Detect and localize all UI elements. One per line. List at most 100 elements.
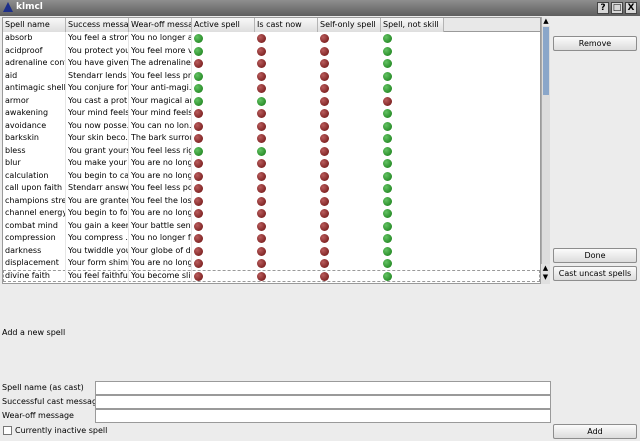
success-message-cell[interactable]: You grant yours... bbox=[66, 144, 129, 157]
spell-not-skill-dot-icon[interactable] bbox=[383, 171, 392, 181]
table-row[interactable]: armorYou cast a prot...Your magical ar..… bbox=[3, 94, 540, 107]
self-only-dot-icon[interactable] bbox=[320, 46, 329, 56]
wearoff-message-cell[interactable]: Your anti-magi... bbox=[129, 82, 192, 95]
self-only-dot-icon[interactable] bbox=[320, 134, 329, 143]
spell-not-skill-dot-icon[interactable] bbox=[383, 209, 392, 218]
spell-not-skill-dot-icon[interactable] bbox=[383, 71, 392, 81]
cast-now-dot-icon[interactable] bbox=[257, 109, 266, 118]
help-button[interactable]: ? bbox=[597, 2, 609, 14]
wearoff-message-cell[interactable]: You no longer f... bbox=[129, 232, 192, 245]
spell-name-cell[interactable]: avoidance bbox=[3, 119, 66, 132]
spell-not-skill-dot-icon[interactable] bbox=[383, 96, 392, 106]
self-only-dot-icon[interactable] bbox=[320, 271, 329, 281]
spell-name-cell[interactable]: darkness bbox=[3, 244, 66, 257]
self-only-dot-icon[interactable] bbox=[320, 121, 329, 131]
success-message-cell[interactable]: You protect you... bbox=[66, 44, 129, 57]
success-message-cell[interactable]: You feel a stron... bbox=[66, 32, 129, 45]
spell-name-cell[interactable]: absorb bbox=[3, 32, 66, 45]
wearoff-message-cell[interactable]: You feel less rig... bbox=[129, 144, 192, 157]
cast-now-dot-icon[interactable] bbox=[257, 234, 266, 243]
success-message-cell[interactable]: Stendarr answe... bbox=[66, 182, 129, 195]
wearoff-message-cell[interactable]: Your mind feels... bbox=[129, 107, 192, 120]
table-row[interactable]: champions stre...You are granted...You f… bbox=[3, 194, 540, 207]
remove-button[interactable]: Remove bbox=[553, 36, 637, 51]
spell-name-cell[interactable]: antimagic shell bbox=[3, 82, 66, 95]
column-header-spell-not-skill[interactable]: Spell, not skill bbox=[381, 18, 444, 32]
active-spell-dot-icon[interactable] bbox=[194, 46, 203, 56]
active-spell-dot-icon[interactable] bbox=[194, 196, 203, 206]
wearoff-message-cell[interactable]: Your globe of d... bbox=[129, 244, 192, 257]
active-spell-dot-icon[interactable] bbox=[194, 246, 203, 256]
cast-now-dot-icon[interactable] bbox=[257, 246, 266, 256]
spinner-icon[interactable]: ▲ ▼ bbox=[541, 264, 550, 284]
spell-name-cell[interactable]: awakening bbox=[3, 107, 66, 120]
wearoff-message-cell[interactable]: You feel less pr... bbox=[129, 69, 192, 82]
active-spell-dot-icon[interactable] bbox=[194, 71, 203, 81]
cast-uncast-button[interactable]: Cast uncast spells bbox=[553, 266, 637, 281]
self-only-dot-icon[interactable] bbox=[320, 159, 329, 168]
cast-now-dot-icon[interactable] bbox=[257, 209, 266, 218]
spell-name-cell[interactable]: bless bbox=[3, 144, 66, 157]
scroll-thumb[interactable] bbox=[543, 27, 549, 95]
spell-name-cell[interactable]: aid bbox=[3, 69, 66, 82]
self-only-dot-icon[interactable] bbox=[320, 146, 329, 156]
cast-now-dot-icon[interactable] bbox=[257, 34, 266, 43]
spell-name-cell[interactable]: divine faith bbox=[3, 269, 66, 282]
cast-now-dot-icon[interactable] bbox=[257, 159, 266, 168]
wearoff-message-cell[interactable]: You can no lon... bbox=[129, 119, 192, 132]
table-scrollbar[interactable]: ▲ bbox=[541, 17, 550, 284]
table-row[interactable]: avoidance You now posse... You can no lon.… bbox=[3, 119, 540, 132]
success-message-cell[interactable]: You begin to ca... bbox=[66, 169, 129, 182]
table-row[interactable]: divine faithYou feel faithful...You beco… bbox=[3, 269, 540, 282]
cast-now-dot-icon[interactable] bbox=[257, 259, 266, 268]
cast-now-dot-icon[interactable] bbox=[257, 96, 266, 106]
spell-name-cell[interactable]: combat mind bbox=[3, 219, 66, 232]
spell-not-skill-dot-icon[interactable] bbox=[383, 134, 392, 143]
active-spell-dot-icon[interactable] bbox=[194, 171, 203, 181]
maximize-button[interactable]: □ bbox=[611, 2, 623, 14]
wearoff-message-cell[interactable]: You feel the los... bbox=[129, 194, 192, 207]
success-message-cell[interactable]: You now posse... bbox=[66, 119, 129, 132]
cast-now-dot-icon[interactable] bbox=[257, 184, 266, 193]
table-row[interactable]: absorbYou feel a stron...You no longer a… bbox=[3, 32, 540, 45]
spell-not-skill-dot-icon[interactable] bbox=[383, 146, 392, 156]
self-only-dot-icon[interactable] bbox=[320, 221, 329, 231]
spell-name-cell[interactable]: channel energy bbox=[3, 207, 66, 220]
spell-not-skill-dot-icon[interactable] bbox=[383, 246, 392, 256]
spell-name-cell[interactable]: blur bbox=[3, 157, 66, 170]
cast-now-dot-icon[interactable] bbox=[257, 146, 266, 156]
success-message-cell[interactable]: You begin to fo... bbox=[66, 207, 129, 220]
table-row[interactable]: combat mindYou gain a keen...Your battle… bbox=[3, 219, 540, 232]
wearoff-message-cell[interactable]: The bark surrou... bbox=[129, 132, 192, 145]
wearoff-message-cell[interactable]: The adrenaline r... bbox=[129, 57, 192, 70]
spell-not-skill-dot-icon[interactable] bbox=[383, 234, 392, 243]
wearoff-message-cell[interactable]: You no longer a... bbox=[129, 32, 192, 45]
spell-not-skill-dot-icon[interactable] bbox=[383, 196, 392, 206]
table-row[interactable]: acidproofYou protect you...You feel more… bbox=[3, 44, 540, 57]
success-message-cell[interactable]: You are granted... bbox=[66, 194, 129, 207]
self-only-dot-icon[interactable] bbox=[320, 209, 329, 218]
table-row[interactable]: antimagic shellYou conjure fort...Your a… bbox=[3, 82, 540, 95]
active-spell-dot-icon[interactable] bbox=[194, 59, 203, 68]
active-spell-dot-icon[interactable] bbox=[194, 84, 203, 93]
table-row[interactable]: aidStendarr lends ...You feel less pr... bbox=[3, 69, 540, 82]
table-row[interactable]: compression You compress ... You no longer… bbox=[3, 232, 540, 245]
spell-not-skill-dot-icon[interactable] bbox=[383, 59, 392, 68]
table-row[interactable]: adrenaline cont...You have given ...The … bbox=[3, 57, 540, 70]
inactive-spell-checkbox[interactable] bbox=[3, 426, 12, 435]
spell-name-cell[interactable]: armor bbox=[3, 94, 66, 107]
wearoff-message-cell[interactable]: You are no long... bbox=[129, 207, 192, 220]
wearoff-message-cell[interactable]: You are no long... bbox=[129, 169, 192, 182]
cast-now-dot-icon[interactable] bbox=[257, 196, 266, 206]
cast-now-dot-icon[interactable] bbox=[257, 271, 266, 281]
wearoff-message-cell[interactable]: You feel less po... bbox=[129, 182, 192, 195]
active-spell-dot-icon[interactable] bbox=[194, 234, 203, 243]
self-only-dot-icon[interactable] bbox=[320, 71, 329, 81]
spell-not-skill-dot-icon[interactable] bbox=[383, 109, 392, 118]
self-only-dot-icon[interactable] bbox=[320, 84, 329, 93]
active-spell-dot-icon[interactable] bbox=[194, 271, 203, 281]
cast-now-dot-icon[interactable] bbox=[257, 46, 266, 56]
self-only-dot-icon[interactable] bbox=[320, 234, 329, 243]
spell-not-skill-dot-icon[interactable] bbox=[383, 34, 392, 43]
active-spell-dot-icon[interactable] bbox=[194, 146, 203, 156]
